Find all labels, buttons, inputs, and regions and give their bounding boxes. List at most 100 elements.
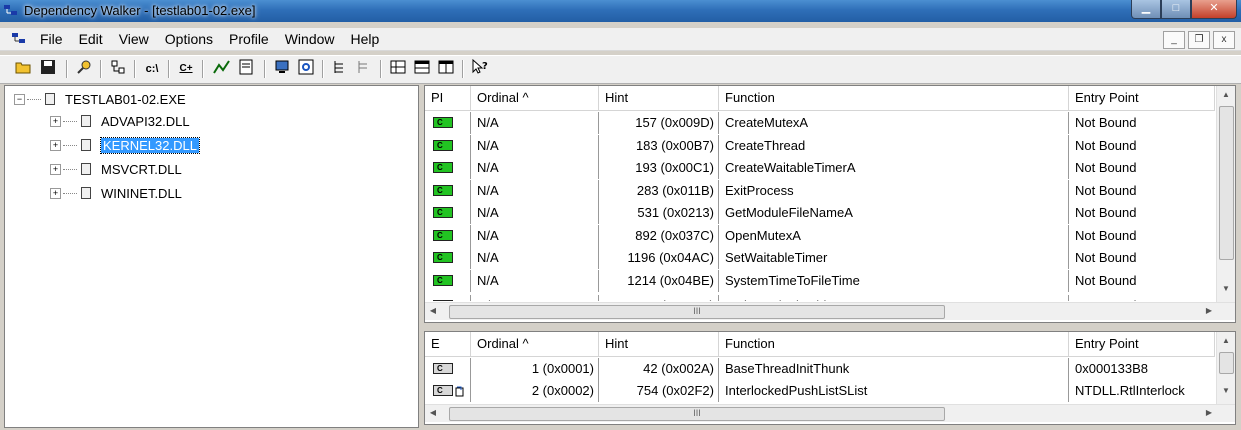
undecorate-cpp-icon[interactable]: C+ (176, 59, 196, 79)
scroll-right-arrow-icon[interactable]: ▶ (1201, 306, 1217, 315)
export-row[interactable]: C 1 (0x0001) 42 (0x002A) BaseThreadInitThun… (425, 358, 1215, 380)
tree-root-node[interactable]: − TESTLAB01-02.EXE (14, 89, 186, 109)
menu-item-file[interactable]: File (40, 31, 63, 47)
parent-import-icon[interactable] (108, 59, 128, 79)
ordinal-cell: N/A (471, 295, 599, 301)
imports-vertical-scrollbar[interactable]: ▲ ▼ (1216, 86, 1235, 302)
function-cell: BaseThreadInitThunk (719, 358, 1069, 380)
exports-horizontal-scrollbar[interactable]: ◀ III ▶ (425, 404, 1235, 422)
hint-cell: 892 (0x037C) (599, 224, 719, 247)
menu-item-options[interactable]: Options (165, 31, 213, 47)
document-system-menu-icon[interactable] (12, 32, 26, 45)
scroll-down-arrow-icon[interactable]: ▼ (1218, 386, 1234, 395)
column-header-hint[interactable]: Hint (599, 332, 719, 356)
column-header-hint[interactable]: Hint (599, 86, 719, 110)
module-dependency-tree[interactable]: − TESTLAB01-02.EXE + ADVAPI32.DLL + KERNEL3… (4, 85, 419, 428)
exports-hscroll-thumb[interactable]: III (449, 407, 945, 421)
expand-toggle[interactable]: + (50, 139, 61, 151)
ordinal-cell: N/A (471, 269, 599, 292)
tree-node-label: WININET.DLL (101, 185, 182, 201)
entry-point-cell: Not Bound (1075, 227, 1137, 243)
context-help-icon[interactable]: ? (470, 58, 490, 79)
c-function-import-icon: C (433, 252, 453, 263)
exports-vertical-scrollbar[interactable]: ▲ ▼ (1216, 332, 1235, 404)
hint-cell: 193 (0x00C1) (599, 157, 719, 179)
scroll-left-arrow-icon[interactable]: ◀ (425, 306, 441, 315)
maximize-button[interactable]: □ (1161, 0, 1191, 19)
hint-cell: 1214 (0x04BE) (599, 269, 719, 292)
horizontal-split-icon[interactable] (412, 59, 432, 79)
column-header-e[interactable]: E (425, 332, 471, 356)
column-header-function[interactable]: Function (719, 86, 1069, 110)
profile-icon[interactable] (212, 59, 232, 79)
c-function-import-icon: C (433, 207, 453, 218)
column-header-function[interactable]: Function (719, 332, 1069, 356)
tree-node[interactable]: + MSVCRT.DLL (50, 159, 182, 179)
system-info-icon[interactable] (272, 59, 292, 79)
import-row[interactable]: C N/A 183 (0x00B7) CreateThread Not Bound (425, 134, 1215, 157)
ordinal-cell: N/A (471, 202, 599, 224)
column-header-entrypoint[interactable]: Entry Point (1069, 332, 1215, 356)
menu-item-profile[interactable]: Profile (229, 31, 269, 47)
mdi-restore-button[interactable]: ❐ (1188, 31, 1210, 49)
ordinal-cell: N/A (471, 247, 599, 269)
tree-node-label: KERNEL32.DLL (100, 136, 200, 154)
open-icon[interactable] (14, 59, 34, 79)
scroll-left-arrow-icon[interactable]: ◀ (425, 408, 441, 417)
ordinal-cell: N/A (471, 112, 599, 134)
collapse-all-icon[interactable] (354, 59, 374, 79)
minimize-button[interactable]: ▁ (1131, 0, 1161, 19)
column-header-ordinal[interactable]: Ordinal ^ (471, 332, 599, 356)
export-row[interactable]: C 2 (0x0002) 754 (0x02F2) InterlockedPushLi… (425, 380, 1215, 402)
column-header-ordinal[interactable]: Ordinal ^ (471, 86, 599, 110)
scroll-up-arrow-icon[interactable]: ▲ (1218, 90, 1234, 99)
pi-cell: C (425, 179, 471, 202)
import-row[interactable]: C N/A 531 (0x0213) GetModuleFileNameA Not Bo… (425, 202, 1215, 224)
column-header-entrypoint[interactable]: Entry Point (1069, 86, 1215, 110)
tree-node-label: MSVCRT.DLL (101, 161, 182, 177)
tree-node[interactable]: + KERNEL32.DLL (50, 135, 200, 155)
imports-horizontal-scrollbar[interactable]: ◀ III ▶ (425, 302, 1235, 320)
close-button[interactable]: ✕ (1191, 0, 1237, 19)
tree-node[interactable]: + WININET.DLL (50, 183, 182, 203)
import-row[interactable]: C N/A 1214 (0x04BE) SystemTimeToFileTime Not… (425, 269, 1215, 292)
import-row[interactable]: C N/A 1196 (0x04AC) SetWaitableTimer Not Bou… (425, 247, 1215, 269)
zoom-icon[interactable] (296, 59, 316, 79)
vertical-split-icon[interactable] (436, 59, 456, 79)
find-icon[interactable] (74, 59, 94, 79)
auto-expand-icon[interactable] (330, 59, 350, 79)
scroll-right-arrow-icon[interactable]: ▶ (1201, 408, 1217, 417)
hint-cell: 754 (0x02F2) (599, 380, 719, 402)
mdi-close-button[interactable]: x (1213, 31, 1235, 49)
collapse-toggle[interactable]: − (14, 93, 25, 105)
column-header-pi[interactable]: PI (425, 86, 471, 110)
expand-toggle[interactable]: + (50, 187, 61, 199)
menu-item-help[interactable]: Help (351, 31, 380, 47)
imports-list[interactable]: PI Ordinal ^ Hint Function Entry Point C N/A 1… (424, 85, 1236, 323)
pi-cell: C (425, 112, 471, 134)
scroll-down-arrow-icon[interactable]: ▼ (1218, 284, 1234, 293)
tree-node[interactable]: + ADVAPI32.DLL (50, 111, 190, 131)
import-row[interactable]: C N/A 283 (0x011B) ExitProcess Not Bound (425, 179, 1215, 202)
save-icon[interactable] (38, 59, 58, 79)
menu-item-edit[interactable]: Edit (79, 31, 103, 47)
tree-view-icon[interactable] (388, 59, 408, 79)
imports-hscroll-thumb[interactable]: III (449, 305, 945, 319)
properties-icon[interactable] (236, 59, 256, 79)
exports-list[interactable]: E Ordinal ^ Hint Function Entry Point C 1 (0x… (424, 331, 1236, 425)
expand-toggle[interactable]: + (50, 115, 61, 127)
menu-item-view[interactable]: View (119, 31, 149, 47)
full-paths-icon[interactable]: c:\ (142, 59, 162, 79)
exports-vscroll-thumb[interactable] (1219, 352, 1234, 374)
import-row-partial[interactable]: C N/A1274 (0x04FA)WaitForSingleObjectNot … (425, 295, 1215, 301)
import-row[interactable]: C N/A 892 (0x037C) OpenMutexA Not Bound (425, 224, 1215, 247)
scroll-up-arrow-icon[interactable]: ▲ (1218, 336, 1234, 345)
import-row[interactable]: C N/A 157 (0x009D) CreateMutexA Not Bound (425, 112, 1215, 134)
dll-module-icon (81, 115, 91, 127)
dependency-walker-app-icon (4, 5, 17, 15)
menu-item-window[interactable]: Window (285, 31, 335, 47)
import-row[interactable]: C N/A 193 (0x00C1) CreateWaitableTimerA Not … (425, 157, 1215, 179)
imports-vscroll-thumb[interactable] (1219, 106, 1234, 260)
expand-toggle[interactable]: + (50, 163, 61, 175)
mdi-minimize-button[interactable]: _ (1163, 31, 1185, 49)
